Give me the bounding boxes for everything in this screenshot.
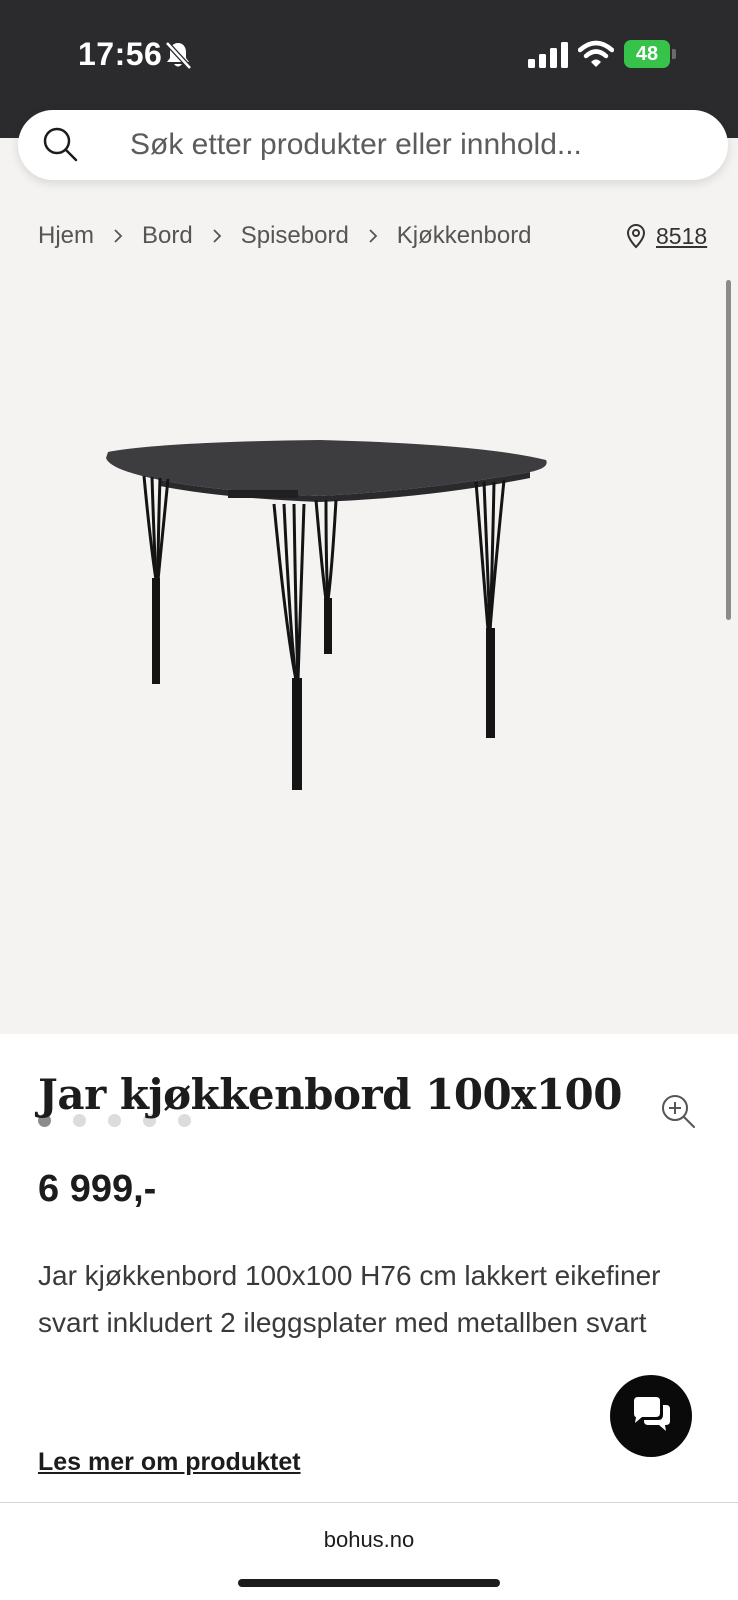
url-bar[interactable]: bohus.no <box>0 1527 738 1553</box>
breadcrumb-item-spisebord[interactable]: Spisebord <box>241 222 349 250</box>
scrollbar[interactable] <box>726 280 731 620</box>
store-selector[interactable]: 8518 <box>626 218 707 254</box>
search-icon[interactable] <box>40 124 80 164</box>
location-pin-icon <box>626 223 646 249</box>
chat-icon <box>634 1397 670 1431</box>
breadcrumb: Hjem Bord Spisebord Kjøkkenbord <box>38 218 532 254</box>
breadcrumb-item-hjem[interactable]: Hjem <box>38 222 94 250</box>
battery-level: 48 <box>635 43 659 65</box>
breadcrumb-item-kjokkenbord[interactable]: Kjøkkenbord <box>397 222 532 250</box>
battery-charging-icon: 48 <box>624 40 676 68</box>
product-price: 6 999,- <box>38 1168 157 1210</box>
browser-bottom-bar: bohus.no <box>0 1502 738 1600</box>
bell-slash-icon <box>165 41 192 70</box>
chevron-right-icon <box>114 229 123 243</box>
breadcrumb-item-bord[interactable]: Bord <box>142 222 193 250</box>
home-indicator[interactable] <box>238 1579 500 1587</box>
wifi-icon <box>578 40 614 67</box>
product-description: Jar kjøkkenbord 100x100 H76 cm lakkert e… <box>38 1260 661 1338</box>
search-bar[interactable]: Søk etter produkter eller innhold... <box>18 110 728 180</box>
store-code[interactable]: 8518 <box>656 223 707 250</box>
status-time: 17:56 <box>78 36 163 72</box>
product-title: Jar kjøkkenbord 100x100 <box>38 1070 623 1119</box>
chevron-right-icon <box>369 229 378 243</box>
product-image[interactable] <box>100 430 570 810</box>
search-input[interactable]: Søk etter produkter eller innhold... <box>130 128 582 162</box>
zoom-in-icon[interactable] <box>660 1093 696 1129</box>
read-more-link[interactable]: Les mer om produktet <box>38 1448 301 1477</box>
signal-icon <box>528 42 568 68</box>
chevron-right-icon <box>213 229 221 243</box>
chat-button[interactable] <box>610 1375 692 1457</box>
